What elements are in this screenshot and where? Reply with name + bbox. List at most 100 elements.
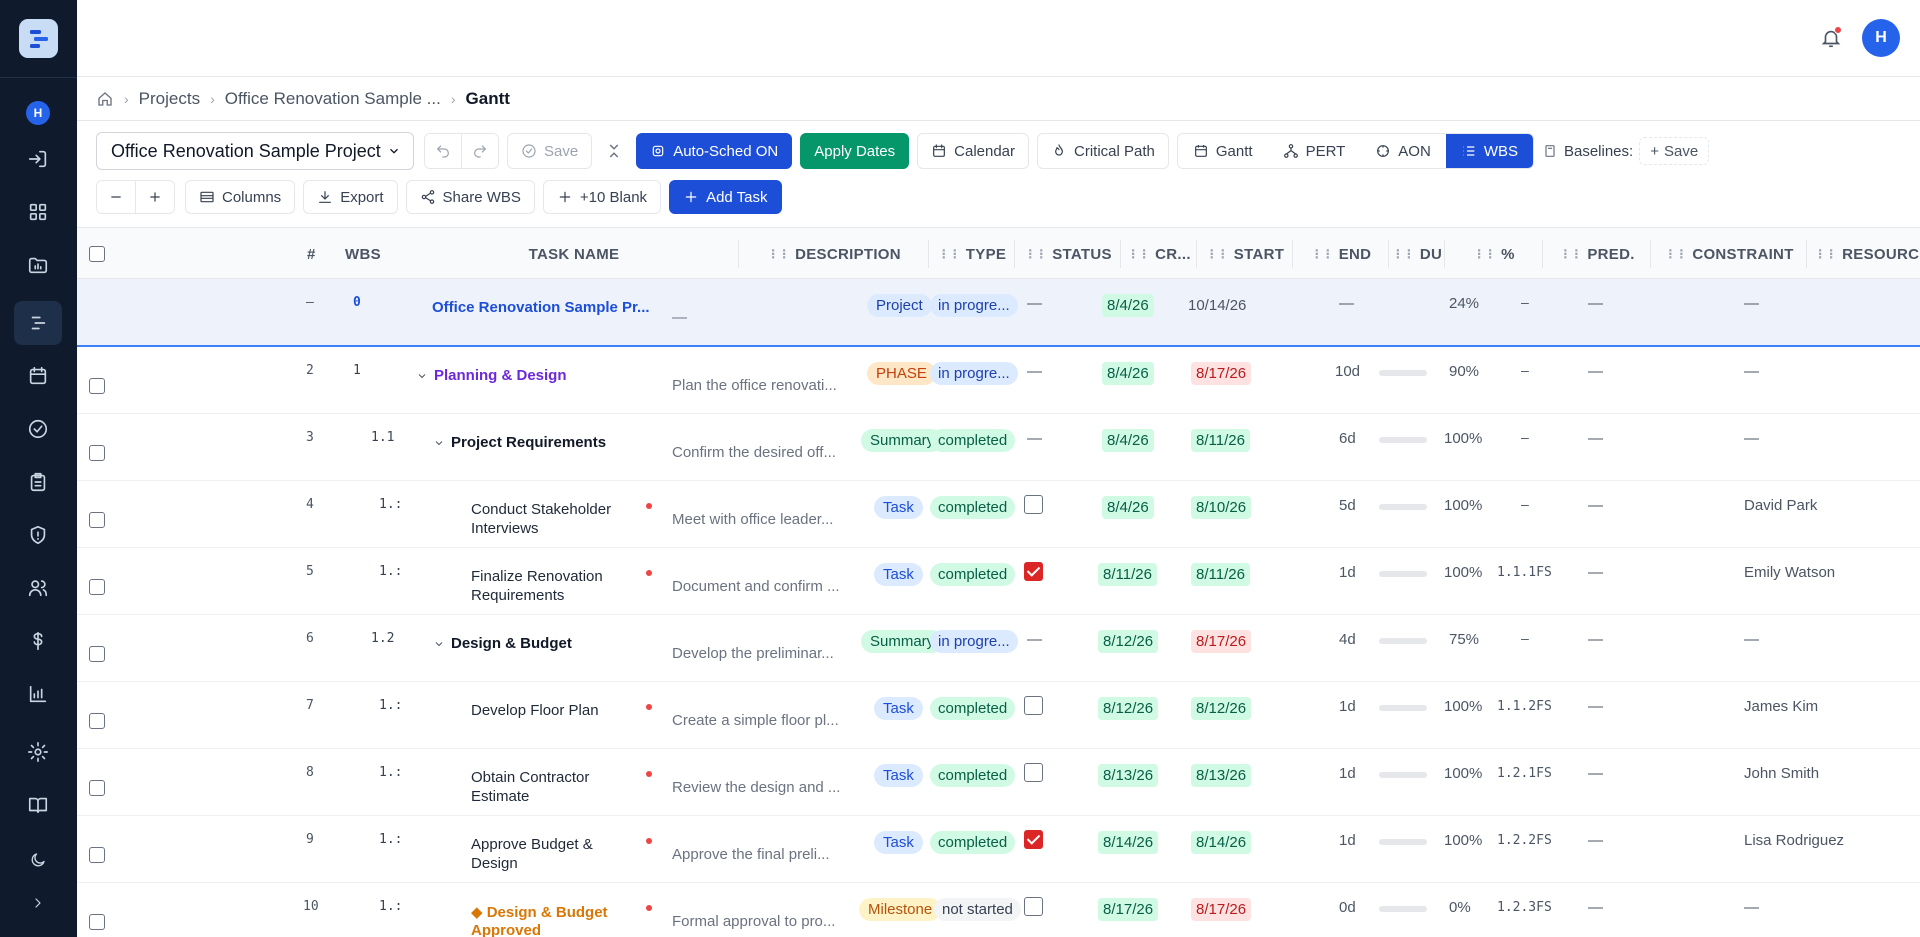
col-pred[interactable]: ⋮⋮ PRED. bbox=[1543, 228, 1651, 280]
type-badge[interactable]: Task bbox=[874, 697, 923, 720]
task-description[interactable]: Approve the final preli... bbox=[672, 846, 830, 863]
auto-sched-button[interactable]: Auto-Sched ON bbox=[636, 133, 793, 169]
resources[interactable]: Lisa Rodriguez bbox=[1744, 832, 1844, 849]
col-constraint[interactable]: ⋮⋮ CONSTRAINT bbox=[1651, 228, 1807, 280]
sidebar-item-risks[interactable] bbox=[14, 513, 62, 557]
constraint[interactable]: — bbox=[1588, 497, 1603, 514]
row-checkbox[interactable] bbox=[89, 846, 105, 863]
resources[interactable]: — bbox=[1744, 631, 1759, 648]
row-checkbox[interactable] bbox=[89, 913, 105, 930]
baseline-save-button[interactable]: + Save bbox=[1639, 137, 1710, 165]
status-badge[interactable]: in progre... bbox=[930, 630, 1018, 653]
constraint[interactable]: — bbox=[1588, 832, 1603, 849]
expand-toggle[interactable] bbox=[433, 436, 445, 453]
resources[interactable]: James Kim bbox=[1744, 698, 1818, 715]
critical-checkbox[interactable] bbox=[1024, 562, 1043, 581]
notifications-button[interactable] bbox=[1816, 23, 1846, 53]
task-name[interactable]: Approve Budget & bbox=[471, 836, 593, 853]
constraint[interactable]: — bbox=[1588, 698, 1603, 715]
theme-toggle[interactable] bbox=[14, 838, 62, 882]
sidebar-item-reports[interactable] bbox=[14, 460, 62, 504]
duration[interactable]: 4d bbox=[1339, 631, 1356, 648]
task-description[interactable]: Develop the preliminar... bbox=[672, 645, 834, 662]
duration[interactable]: 1d bbox=[1339, 765, 1356, 782]
sidebar-expand[interactable] bbox=[14, 881, 62, 925]
col-description[interactable]: ⋮⋮ DESCRIPTION bbox=[739, 228, 929, 280]
duration[interactable]: 1d bbox=[1339, 698, 1356, 715]
status-badge[interactable]: completed bbox=[930, 563, 1016, 586]
end-date[interactable]: 8/10/26 bbox=[1191, 496, 1252, 519]
sidebar-item-analytics[interactable] bbox=[14, 672, 62, 716]
col-start[interactable]: ⋮⋮ START bbox=[1197, 228, 1293, 280]
row-checkbox[interactable] bbox=[89, 444, 105, 461]
end-date[interactable]: 8/17/26 bbox=[1191, 898, 1252, 921]
status-badge[interactable]: completed bbox=[930, 496, 1016, 519]
user-avatar[interactable]: H bbox=[1862, 19, 1900, 57]
col-resources[interactable]: ⋮⋮RESOURCES bbox=[1807, 228, 1920, 280]
table-row[interactable]: — 0 Office Renovation Sample Pr... — Project… bbox=[77, 279, 1920, 347]
duration[interactable]: — bbox=[1339, 295, 1354, 312]
table-row[interactable]: 4 1.: Conduct Stakeholder Interviews Meet wi… bbox=[77, 481, 1920, 548]
row-checkbox[interactable] bbox=[89, 779, 105, 796]
duration[interactable]: 5d bbox=[1339, 497, 1356, 514]
critical-checkbox[interactable] bbox=[1024, 696, 1043, 715]
critical-checkbox[interactable] bbox=[1024, 495, 1043, 514]
status-badge[interactable]: completed bbox=[930, 764, 1016, 787]
table-row[interactable]: 7 1.: Develop Floor Plan Create a simple fl… bbox=[77, 682, 1920, 749]
expand-toggle[interactable] bbox=[416, 369, 428, 386]
start-date[interactable]: 8/17/26 bbox=[1098, 898, 1159, 921]
row-checkbox[interactable] bbox=[89, 377, 105, 394]
breadcrumb-project[interactable]: Office Renovation Sample ... bbox=[225, 89, 441, 109]
status-badge[interactable]: not started bbox=[934, 898, 1021, 921]
duration[interactable]: 6d bbox=[1339, 430, 1356, 447]
type-badge[interactable]: Task bbox=[874, 496, 923, 519]
status-badge[interactable]: completed bbox=[930, 429, 1016, 452]
undo-button[interactable] bbox=[425, 134, 461, 168]
start-date[interactable]: 8/12/26 bbox=[1098, 697, 1159, 720]
critical-checkbox[interactable] bbox=[1024, 830, 1043, 849]
resources[interactable]: — bbox=[1744, 430, 1759, 447]
sidebar-item-tasks[interactable] bbox=[14, 407, 62, 451]
redo-button[interactable] bbox=[461, 134, 498, 168]
col-critical[interactable]: ⋮⋮ CR... bbox=[1121, 228, 1197, 280]
sidebar-item-dashboard[interactable] bbox=[14, 190, 62, 234]
project-select[interactable]: Office Renovation Sample Project bbox=[96, 132, 414, 170]
type-badge[interactable]: Project bbox=[867, 294, 932, 317]
end-date[interactable]: 8/11/26 bbox=[1191, 429, 1250, 452]
task-description[interactable]: Document and confirm ... bbox=[672, 578, 840, 595]
task-name[interactable]: Obtain Contractor bbox=[471, 769, 589, 786]
end-date[interactable]: 8/17/26 bbox=[1191, 362, 1252, 385]
task-name[interactable]: ◆ Design & Budget bbox=[471, 903, 608, 921]
task-name[interactable]: Finalize Renovation bbox=[471, 568, 603, 585]
sidebar-item-calendar[interactable] bbox=[14, 354, 62, 398]
end-date[interactable]: 8/17/26 bbox=[1191, 630, 1252, 653]
sidebar-item-docs[interactable] bbox=[14, 783, 62, 827]
resources[interactable]: David Park bbox=[1744, 497, 1817, 514]
col-status[interactable]: ⋮⋮ STATUS bbox=[1015, 228, 1121, 280]
col-task-name[interactable]: TASK NAME bbox=[409, 228, 739, 280]
predecessors[interactable]: 1.2.2FS bbox=[1497, 833, 1552, 848]
col-percent[interactable]: ⋮⋮% bbox=[1445, 228, 1543, 280]
share-wbs-button[interactable]: Share WBS bbox=[405, 180, 535, 214]
end-date[interactable]: 8/14/26 bbox=[1191, 831, 1252, 854]
task-name[interactable]: Develop Floor Plan bbox=[471, 702, 599, 719]
constraint[interactable]: — bbox=[1588, 363, 1603, 380]
task-description[interactable]: Meet with office leader... bbox=[672, 511, 833, 528]
add-task-button[interactable]: Add Task bbox=[669, 180, 782, 214]
task-name[interactable]: Conduct Stakeholder bbox=[471, 501, 611, 518]
col-wbs[interactable]: WBS bbox=[345, 228, 405, 280]
start-date[interactable]: 8/12/26 bbox=[1098, 630, 1159, 653]
sidebar-avatar[interactable]: H bbox=[26, 101, 50, 125]
task-name[interactable]: Design & Budget bbox=[451, 635, 572, 652]
sidebar-item-gantt[interactable] bbox=[14, 301, 62, 345]
task-name[interactable]: Project Requirements bbox=[451, 434, 606, 451]
columns-button[interactable]: Columns bbox=[185, 180, 296, 214]
type-badge[interactable]: PHASE bbox=[867, 362, 936, 385]
view-pert[interactable]: PERT bbox=[1267, 134, 1361, 168]
end-date[interactable]: 8/12/26 bbox=[1191, 697, 1252, 720]
constraint[interactable]: — bbox=[1588, 631, 1603, 648]
type-badge[interactable]: Milestone bbox=[859, 898, 942, 921]
view-wbs[interactable]: WBS bbox=[1445, 134, 1533, 168]
table-row[interactable]: 8 1.: Obtain Contractor Estimate Review the … bbox=[77, 749, 1920, 816]
resources[interactable]: John Smith bbox=[1744, 765, 1819, 782]
